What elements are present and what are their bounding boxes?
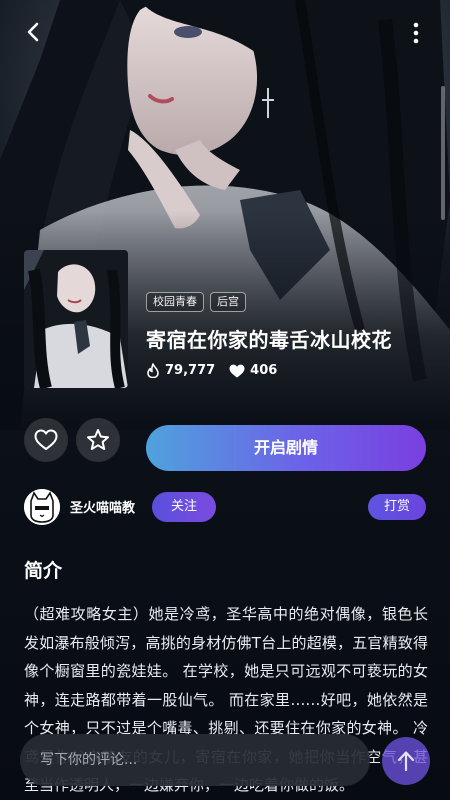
heart-outline-icon	[34, 429, 58, 450]
book-stats: 79,777 406	[146, 363, 291, 378]
genre-tags: 校园青春 后宫	[146, 292, 246, 312]
arrow-up-icon	[397, 751, 415, 772]
favorite-button[interactable]	[76, 418, 120, 462]
scroll-to-top-button[interactable]	[382, 737, 430, 785]
cat-avatar-icon	[24, 489, 60, 525]
comment-input[interactable]	[40, 752, 340, 768]
comment-bar[interactable]	[20, 734, 370, 786]
author-name[interactable]: 圣火喵喵教	[70, 497, 135, 516]
heart-icon	[229, 364, 245, 377]
chevron-left-icon[interactable]	[20, 18, 48, 46]
genre-tag[interactable]: 后宫	[210, 292, 246, 312]
star-outline-icon	[87, 429, 109, 450]
heat-count: 79,777	[165, 363, 216, 378]
scrollbar[interactable]	[441, 86, 445, 220]
intro-heading: 简介	[24, 560, 63, 582]
avatar[interactable]	[24, 489, 60, 525]
likes-stat: 406	[229, 363, 277, 378]
like-button[interactable]	[24, 418, 68, 462]
story-detail-page: 校园青春 后宫 寄宿在你家的毒舌冰山校花 79,777 406 开启剧情 圣火喵…	[0, 0, 450, 800]
start-story-button[interactable]: 开启剧情	[146, 425, 426, 471]
genre-tag[interactable]: 校园青春	[146, 292, 204, 312]
more-vertical-icon[interactable]	[404, 18, 428, 46]
heat-stat: 79,777	[146, 363, 215, 378]
book-cover	[24, 250, 128, 388]
likes-count: 406	[250, 363, 278, 378]
book-title: 寄宿在你家的毒舌冰山校花	[146, 328, 392, 352]
flame-icon	[147, 363, 159, 378]
tip-button[interactable]: 打赏	[368, 494, 426, 520]
follow-button[interactable]: 关注	[152, 492, 216, 522]
top-bar	[0, 0, 450, 64]
